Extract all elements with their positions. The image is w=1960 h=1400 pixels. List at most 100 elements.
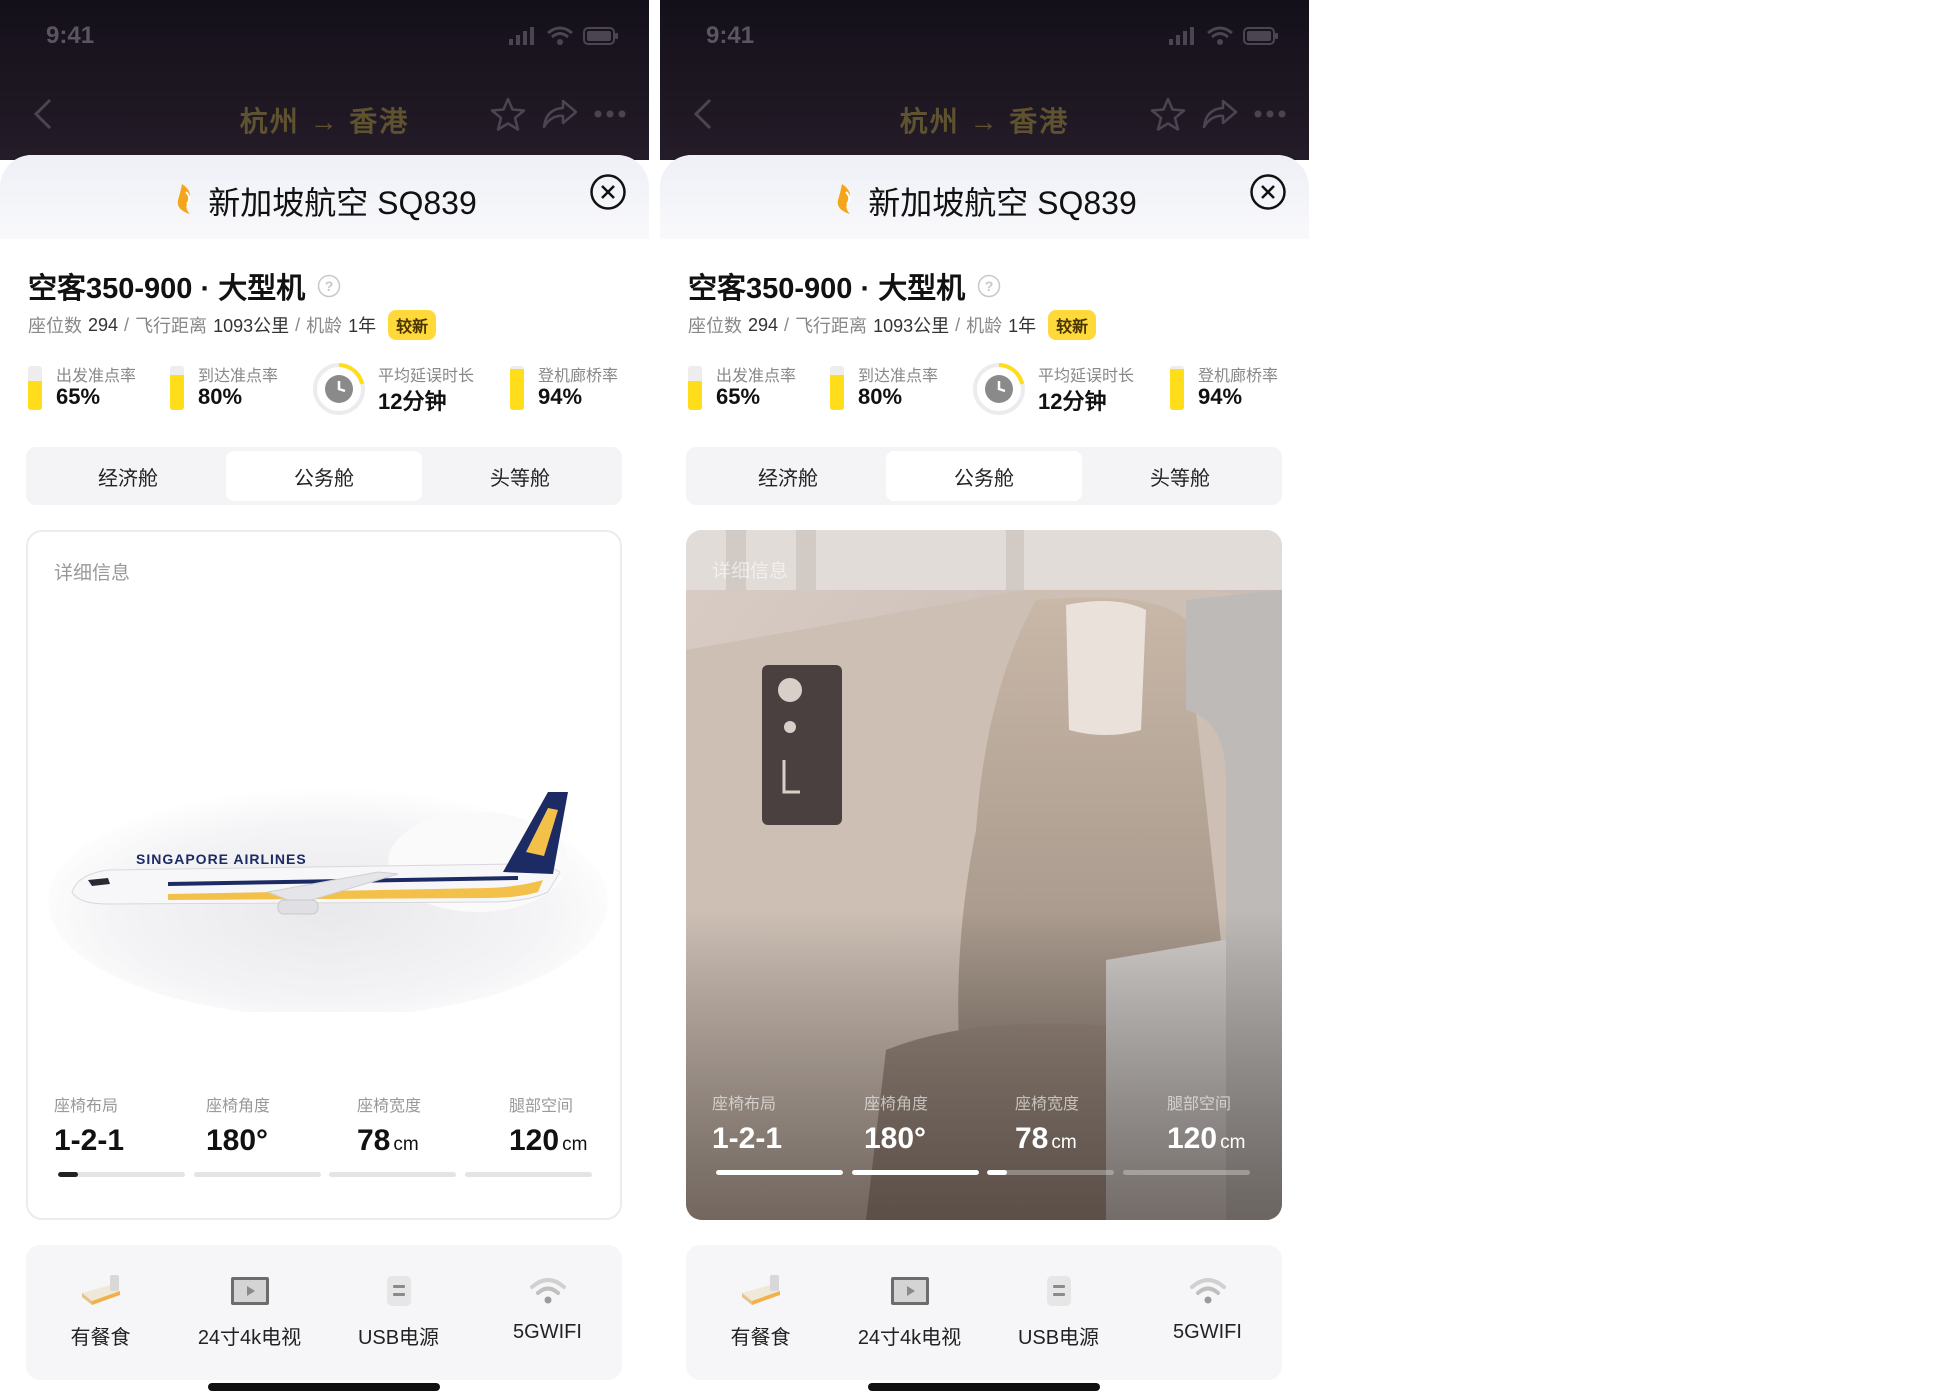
svg-text:SINGAPORE AIRLINES: SINGAPORE AIRLINES [136, 851, 307, 867]
home-indicator [208, 1383, 440, 1391]
spec-label: 座椅宽度 [357, 1098, 422, 1115]
signal-icon [1169, 27, 1194, 45]
svg-text:?: ? [985, 278, 994, 294]
sheet-header: 新加坡航空 SQ839 [660, 155, 1309, 239]
seats-label: 座位数 [688, 316, 742, 336]
progress-fill [852, 1170, 979, 1175]
punctuality-stats: 出发准点率 65% 到达准点率 80% 平均延误时长 12分钟 登机廊桥率 94… [688, 360, 1288, 420]
amenity-meal[interactable]: 有餐食 [26, 1271, 175, 1350]
flight-detail-sheet: 新加坡航空 SQ839 空客350-900 · 大型机 ? 座位数 294 / … [660, 155, 1309, 1400]
stat-value: 12分钟 [378, 389, 447, 414]
stat-label: 平均延误时长 [1038, 368, 1135, 385]
spec-label: 座椅角度 [864, 1096, 929, 1113]
amenities-bar: 有餐食 24寸4k电视 USB电源 5GWIFI [26, 1245, 622, 1380]
spec-label: 座椅角度 [206, 1098, 271, 1115]
detail-info-label: 详细信息 [712, 561, 789, 582]
phone-screen-seat-photo: 9:41 杭州 → 香港 新加坡航空 SQ839 空客350-900 · 大型机… [660, 0, 1309, 1400]
favorite-star-icon[interactable] [1149, 96, 1187, 132]
amenity-usb[interactable]: USB电源 [984, 1271, 1133, 1350]
usb-icon [1046, 1276, 1071, 1306]
close-icon[interactable] [589, 173, 627, 211]
progress-segment[interactable] [1123, 1170, 1250, 1175]
more-icon[interactable] [593, 109, 627, 119]
tab-first[interactable]: 头等舱 [1082, 451, 1278, 501]
progress-segment[interactable] [194, 1172, 321, 1177]
spec-number: 120 [509, 1124, 560, 1157]
tv-icon [230, 1277, 269, 1305]
amenity-wifi[interactable]: 5GWIFI [473, 1271, 622, 1344]
spec-number: 180° [206, 1124, 269, 1157]
stat-label: 到达准点率 [198, 368, 279, 385]
aircraft-model-text: 空客350-900 · 大型机 [688, 273, 966, 305]
amenities-bar: 有餐食 24寸4k电视 USB电源 5GWIFI [686, 1245, 1282, 1380]
nav-actions [489, 96, 627, 132]
stat-label: 出发准点率 [716, 368, 797, 385]
progress-segment[interactable] [465, 1172, 592, 1177]
progress-segment[interactable] [716, 1170, 843, 1175]
amenity-wifi[interactable]: 5GWIFI [1133, 1271, 1282, 1344]
meta-separator: / [295, 314, 301, 335]
cabin-class-tabs: 经济舱 公务舱 头等舱 [686, 447, 1282, 505]
stat-value: 65% [716, 384, 761, 409]
aircraft-model: 空客350-900 · 大型机 ? [28, 265, 341, 307]
progress-segment[interactable] [58, 1172, 185, 1177]
aircraft-model: 空客350-900 · 大型机 ? [688, 265, 1001, 307]
seat-layout-spec: 座椅布局 1-2-1 [54, 1092, 184, 1158]
amenity-label: 5GWIFI [1173, 1321, 1242, 1343]
tv-icon [890, 1277, 929, 1305]
status-time: 9:41 [46, 22, 95, 49]
meal-icon [81, 1275, 120, 1305]
amenity-meal[interactable]: 有餐食 [686, 1271, 835, 1350]
newness-badge: 较新 [388, 310, 437, 340]
amenity-label: USB电源 [357, 1327, 440, 1349]
help-icon[interactable]: ? [977, 274, 1001, 298]
tab-economy[interactable]: 经济舱 [690, 451, 886, 501]
spec-value: 120 cm [1167, 1122, 1282, 1156]
spec-value: 78 cm [357, 1124, 487, 1158]
amenity-tv[interactable]: 24寸4k电视 [175, 1271, 324, 1350]
spec-unit: cm [393, 1134, 419, 1155]
stat-label: 平均延误时长 [378, 368, 475, 385]
more-icon[interactable] [1253, 109, 1287, 119]
status-time: 9:41 [706, 22, 755, 49]
progress-segment[interactable] [852, 1170, 979, 1175]
amenity-label: USB电源 [1017, 1327, 1100, 1349]
spec-number: 78 [357, 1124, 391, 1157]
progress-segment[interactable] [987, 1170, 1114, 1175]
battery-icon [583, 27, 618, 45]
age-label: 机龄 [306, 316, 343, 336]
tab-business[interactable]: 公务舱 [226, 451, 422, 501]
spec-value: 1-2-1 [712, 1122, 842, 1156]
help-icon[interactable]: ? [317, 274, 341, 298]
stat-level-bar [28, 366, 42, 410]
detail-info-label: 详细信息 [54, 563, 131, 584]
cabin-detail-card[interactable]: SINGAPORE AIRLINES 详细信息 座椅布局 1-2-1 座椅角度 … [26, 530, 622, 1220]
progress-segment[interactable] [329, 1172, 456, 1177]
close-icon[interactable] [1249, 173, 1287, 211]
progress-fill [716, 1170, 843, 1175]
meta-separator: / [784, 314, 790, 335]
punctuality-stats: 出发准点率 65% 到达准点率 80% 平均延误时长 12分钟 登机廊桥率 94… [28, 360, 628, 420]
home-indicator [868, 1383, 1100, 1391]
spec-unit: cm [562, 1134, 588, 1155]
airline-logo [177, 184, 191, 214]
spec-label: 腿部空间 [509, 1098, 574, 1115]
amenity-tv[interactable]: 24寸4k电视 [835, 1271, 984, 1350]
tab-first[interactable]: 头等舱 [422, 451, 618, 501]
stat-level-fill [830, 374, 844, 410]
age-value: 1年 [348, 316, 377, 336]
spec-unit: cm [1220, 1132, 1246, 1153]
flight-detail-sheet: 新加坡航空 SQ839 空客350-900 · 大型机 ? 座位数 294 / … [0, 155, 649, 1400]
carousel-progress [716, 1170, 1250, 1176]
wifi-icon [1189, 1278, 1226, 1304]
share-icon[interactable] [541, 97, 579, 131]
share-icon[interactable] [1201, 97, 1239, 131]
amenity-label: 有餐食 [730, 1327, 791, 1349]
cabin-detail-card[interactable]: 详细信息 座椅布局 1-2-1 座椅角度 180° 座椅宽度 78 cm 腿部空间… [686, 530, 1282, 1220]
tab-business[interactable]: 公务舱 [886, 451, 1082, 501]
tab-economy[interactable]: 经济舱 [30, 451, 226, 501]
seat-width-spec: 座椅宽度 78 cm [1015, 1090, 1145, 1156]
airline-logo [837, 184, 851, 214]
favorite-star-icon[interactable] [489, 96, 527, 132]
amenity-usb[interactable]: USB电源 [324, 1271, 473, 1350]
